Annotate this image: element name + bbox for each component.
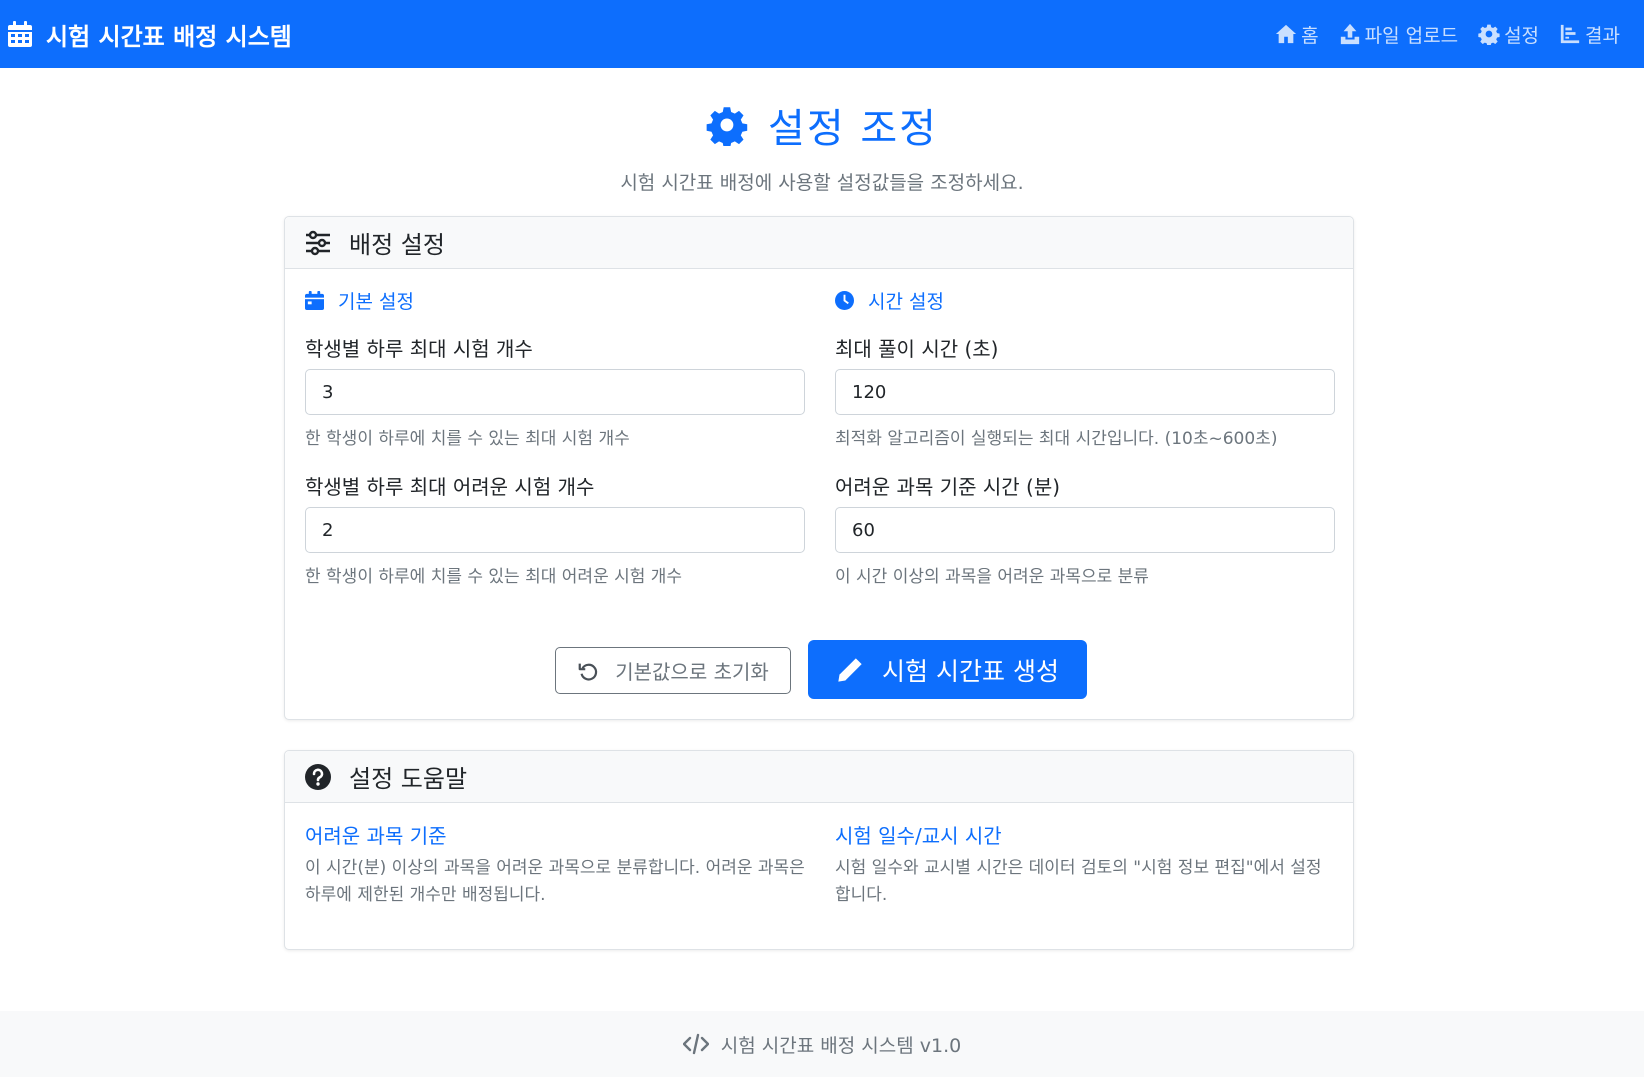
chart-icon <box>1560 24 1580 44</box>
page-subtitle: 시험 시간표 배정에 사용할 설정값들을 조정하세요. <box>620 172 1024 194</box>
max-solve-time-input[interactable] <box>835 369 1335 415</box>
gear-icon <box>1478 24 1500 45</box>
max-exams-label: 학생별 하루 최대 시험 개수 <box>305 337 533 361</box>
help-hard-subject-text: 이 시간(분) 이상의 과목을 어려운 과목으로 분류합니다. 어려운 과목은 … <box>305 858 805 905</box>
nav-item-label: 홈 <box>1301 24 1319 47</box>
gear-icon <box>706 107 748 146</box>
calendar-icon <box>8 21 32 47</box>
home-icon <box>1276 24 1297 44</box>
sliders-icon <box>306 230 330 255</box>
undo-icon <box>578 663 598 680</box>
code-icon <box>682 1033 709 1055</box>
help-card-title: 설정 도움말 <box>349 765 468 793</box>
nav-item-results[interactable]: 결과 <box>1559 21 1620 48</box>
max-exams-hint: 한 학생이 하루에 치를 수 있는 최대 시험 개수 <box>305 429 630 449</box>
time-settings-label: 시간 설정 <box>868 291 944 313</box>
nav-item-upload[interactable]: 파일 업로드 <box>1339 21 1458 48</box>
clock-icon <box>835 291 854 310</box>
settings-card-header: 배정 설정 <box>285 217 1353 269</box>
help-card-header: 설정 도움말 <box>285 751 1353 803</box>
nav-item-label: 파일 업로드 <box>1364 24 1459 47</box>
nav-item-home[interactable]: 홈 <box>1275 21 1319 48</box>
settings-card: 배정 설정 기본 설정 학생별 하루 최대 시험 개수 한 학생이 하루에 치를… <box>284 216 1354 720</box>
reset-defaults-label: 기본값으로 초기화 <box>615 660 769 684</box>
hard-threshold-hint: 이 시간 이상의 과목을 어려운 과목으로 분류 <box>835 567 1149 587</box>
nav-item-label: 결과 <box>1585 24 1620 47</box>
time-settings-title: 시간 설정 <box>835 287 944 314</box>
hard-threshold-input[interactable] <box>835 507 1335 553</box>
help-exam-days-text: 시험 일수와 교시별 시간은 데이터 검토의 "시험 정보 편집"에서 설정합니… <box>835 858 1322 905</box>
footer-text: 시험 시간표 배정 시스템 v1.0 <box>720 1034 962 1057</box>
calendar-icon <box>305 291 324 310</box>
nav-item-settings[interactable]: 설정 <box>1478 21 1539 48</box>
max-exams-input[interactable] <box>305 369 805 415</box>
brand-label: 시험 시간표 배정 시스템 <box>46 22 292 51</box>
help-card: 설정 도움말 어려운 과목 기준 이 시간(분) 이상의 과목을 어려운 과목으… <box>284 750 1354 950</box>
page-title: 설정 조정 <box>706 96 938 154</box>
upload-icon <box>1340 23 1359 45</box>
reset-defaults-button[interactable]: 기본값으로 초기화 <box>555 647 791 694</box>
help-hard-subject-title: 어려운 과목 기준 <box>305 824 447 848</box>
nav-item-label: 설정 <box>1504 24 1540 47</box>
footer: 시험 시간표 배정 시스템 v1.0 <box>0 1011 1644 1077</box>
nav-menu: 홈 파일 업로드 설정 결과 <box>1275 21 1620 48</box>
max-hard-exams-label: 학생별 하루 최대 어려운 시험 개수 <box>305 475 595 499</box>
hard-threshold-label: 어려운 과목 기준 시간 (분) <box>835 475 1061 499</box>
navbar: 시험 시간표 배정 시스템 홈 파일 업로드 설정 결과 <box>0 0 1644 68</box>
max-hard-exams-hint: 한 학생이 하루에 치를 수 있는 최대 어려운 시험 개수 <box>305 567 683 587</box>
basic-settings-label: 기본 설정 <box>338 291 414 313</box>
page-header: 설정 조정 시험 시간표 배정에 사용할 설정값들을 조정하세요. <box>0 96 1644 195</box>
generate-schedule-button[interactable]: 시험 시간표 생성 <box>808 640 1087 699</box>
page-title-text: 설정 조정 <box>768 106 938 152</box>
settings-card-title: 배정 설정 <box>349 231 445 259</box>
max-solve-time-hint: 최적화 알고리즘이 실행되는 최대 시간입니다. (10초~600초) <box>835 429 1278 449</box>
max-solve-time-label: 최대 풀이 시간 (초) <box>835 337 999 361</box>
generate-schedule-label: 시험 시간표 생성 <box>882 656 1059 686</box>
max-hard-exams-input[interactable] <box>305 507 805 553</box>
basic-settings-title: 기본 설정 <box>305 287 414 314</box>
brand[interactable]: 시험 시간표 배정 시스템 <box>8 17 292 52</box>
question-circle-icon <box>305 763 331 790</box>
pencil-icon <box>838 657 862 682</box>
help-exam-days-title: 시험 일수/교시 시간 <box>835 824 1002 848</box>
